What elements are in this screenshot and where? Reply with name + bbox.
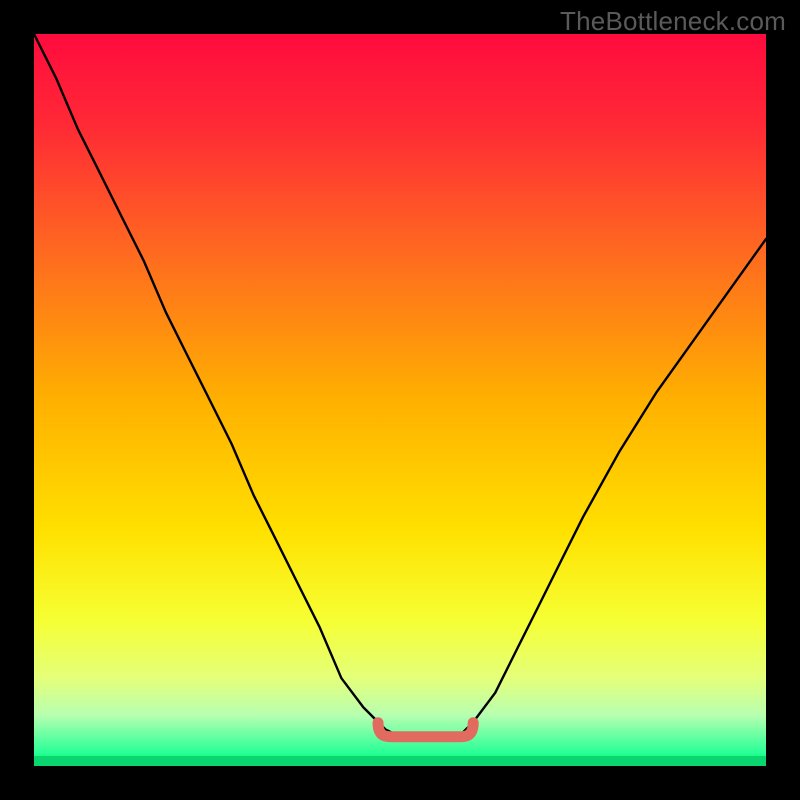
chart-frame: TheBottleneck.com bbox=[0, 0, 800, 800]
bottleneck-chart bbox=[0, 0, 800, 800]
watermark-text: TheBottleneck.com bbox=[560, 6, 786, 37]
bottom-band bbox=[34, 756, 766, 766]
gradient-background bbox=[34, 34, 766, 766]
